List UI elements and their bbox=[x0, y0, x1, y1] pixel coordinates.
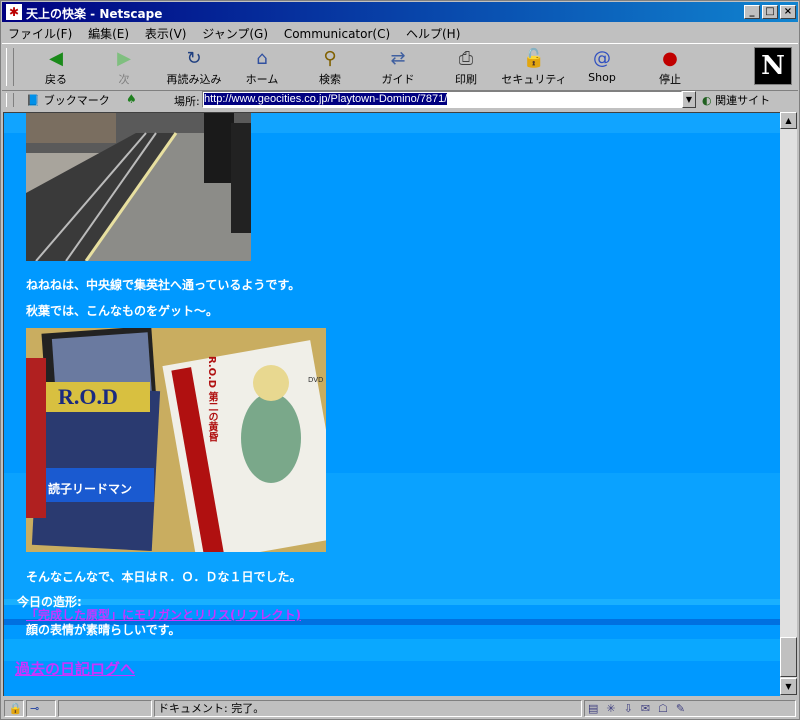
print-button[interactable]: ⎙ 印刷 bbox=[432, 48, 500, 88]
scroll-down-button[interactable]: ▼ bbox=[780, 678, 797, 695]
forward-arrow-icon: ▶ bbox=[117, 48, 131, 69]
purchase-photo-image bbox=[26, 328, 326, 552]
rod-band-text: 読子リードマン bbox=[48, 480, 133, 497]
home-button[interactable]: ⌂ ホーム bbox=[228, 48, 296, 88]
menu-edit[interactable]: 編集(E) bbox=[82, 23, 135, 44]
menu-file[interactable]: ファイル(F) bbox=[2, 23, 78, 44]
shop-icon: @ bbox=[593, 48, 611, 69]
home-icon: ⌂ bbox=[256, 48, 268, 69]
reload-icon: ↻ bbox=[186, 48, 202, 69]
reload-label: 再読み込み bbox=[166, 73, 222, 86]
back-label: 戻る bbox=[45, 73, 67, 86]
printer-icon: ⎙ bbox=[458, 48, 474, 69]
url-text: http://www.geocities.co.jp/Playtown-Domi… bbox=[204, 93, 448, 105]
status-text: ドキュメント: 完了。 bbox=[154, 700, 582, 717]
close-button[interactable]: × bbox=[780, 5, 796, 19]
location-label: 場所: bbox=[174, 95, 200, 108]
menu-view[interactable]: 表示(V) bbox=[139, 23, 193, 44]
menu-help[interactable]: ヘルプ(H) bbox=[400, 23, 466, 44]
location-toolbar: 📘 ブックマーク ♠ 場所: http://www.geocities.co.jp… bbox=[2, 90, 798, 110]
platform-photo-image bbox=[26, 113, 251, 261]
browser-window: ✱ 天上の快楽 - Netscape _ □ × ファイル(F) 編集(E) 表… bbox=[0, 0, 800, 720]
related-icon: ◐ bbox=[702, 94, 716, 107]
search-label: 検索 bbox=[319, 73, 341, 86]
guide-icon: ⇄ bbox=[390, 48, 406, 69]
bg-stripe bbox=[4, 599, 780, 605]
navigation-toolbar: ◀ 戻る ▶ 次 ↻ 再読み込み ⌂ ホーム ⚲ 検索 ⇄ ガイド ⎙ 印刷 🔓 bbox=[2, 43, 798, 91]
scroll-up-button[interactable]: ▲ bbox=[780, 112, 797, 129]
dvd-title-text: R.O.D 第二の黄昏 bbox=[206, 356, 217, 442]
guide-label: ガイド bbox=[381, 73, 415, 86]
url-field[interactable]: http://www.geocities.co.jp/Playtown-Domi… bbox=[202, 91, 682, 108]
security-label: セキュリティ bbox=[501, 73, 567, 86]
toolbar-grip[interactable] bbox=[6, 48, 14, 86]
diary-line-1: ねねねは、中央線で集英社へ通っているようです。 bbox=[26, 278, 301, 292]
reload-button[interactable]: ↻ 再読み込み bbox=[160, 48, 228, 88]
bookmarks-button[interactable]: 📘 ブックマーク bbox=[26, 92, 110, 108]
lock-icon: 🔓 bbox=[522, 48, 546, 69]
netscape-logo[interactable]: N bbox=[754, 47, 792, 85]
platform-photo bbox=[26, 113, 251, 261]
vertical-scrollbar[interactable]: ▲ ▼ bbox=[780, 112, 797, 695]
bookmarks-icon: 📘 bbox=[26, 94, 40, 107]
page-content: ねねねは、中央線で集英社へ通っているようです。 秋葉では、こんなものをゲット～。… bbox=[3, 112, 780, 696]
model-note: 顔の表情が素晴らしいです。 bbox=[26, 623, 181, 637]
url-dropdown-button[interactable]: ▼ bbox=[682, 91, 696, 108]
status-bar: 🔒 ⊸ ドキュメント: 完了。 ▤✳⇩✉☖✎ bbox=[2, 698, 798, 719]
page-proxy-icon[interactable]: ♠ bbox=[126, 92, 137, 106]
menu-communicator[interactable]: Communicator(C) bbox=[278, 25, 396, 43]
menu-bar: ファイル(F) 編集(E) 表示(V) ジャンプ(G) Communicator… bbox=[2, 23, 798, 41]
print-label: 印刷 bbox=[455, 73, 477, 86]
menu-go[interactable]: ジャンプ(G) bbox=[196, 23, 274, 44]
progress-cell bbox=[58, 700, 152, 717]
online-status-icon[interactable]: ⊸ bbox=[26, 700, 56, 717]
component-bar[interactable]: ▤✳⇩✉☖✎ bbox=[584, 700, 796, 717]
diary-line-3: そんなこんなで、本日はＲ．Ｏ．Ｄな１日でした。 bbox=[26, 570, 302, 584]
diary-archive-link[interactable]: 過去の日記ログへ bbox=[15, 658, 135, 679]
stop-label: 停止 bbox=[659, 73, 681, 86]
back-button[interactable]: ◀ 戻る bbox=[22, 48, 90, 88]
rod-cover-text: R.O.D bbox=[58, 384, 118, 409]
forward-button[interactable]: ▶ 次 bbox=[90, 48, 158, 88]
shop-label: Shop bbox=[588, 71, 616, 84]
stop-icon: ● bbox=[662, 48, 678, 69]
security-lock-icon[interactable]: 🔒 bbox=[4, 700, 24, 717]
maximize-button[interactable]: □ bbox=[762, 5, 778, 19]
related-label: 関連サイト bbox=[715, 94, 771, 107]
search-icon: ⚲ bbox=[323, 48, 337, 69]
search-button[interactable]: ⚲ 検索 bbox=[296, 48, 364, 88]
forward-label: 次 bbox=[118, 73, 130, 86]
back-arrow-icon: ◀ bbox=[49, 48, 63, 69]
related-sites-button[interactable]: ◐ 関連サイト bbox=[702, 92, 770, 108]
purchase-photo: R.O.D 読子リードマン DVD R.O.D 第二の黄昏 bbox=[26, 328, 326, 552]
window-title: 天上の快楽 - Netscape bbox=[26, 7, 163, 21]
bookmarks-label: ブックマーク bbox=[43, 94, 110, 107]
netscape-app-icon: ✱ bbox=[6, 4, 22, 20]
security-button[interactable]: 🔓 セキュリティ bbox=[500, 48, 568, 88]
shop-button[interactable]: @ Shop bbox=[568, 48, 636, 88]
title-bar: ✱ 天上の快楽 - Netscape _ □ × bbox=[2, 2, 798, 22]
location-grip[interactable] bbox=[6, 93, 14, 107]
home-label: ホーム bbox=[245, 73, 279, 86]
minimize-button[interactable]: _ bbox=[744, 5, 760, 19]
guide-button[interactable]: ⇄ ガイド bbox=[364, 48, 432, 88]
stop-button[interactable]: ● 停止 bbox=[636, 48, 704, 88]
diary-line-2: 秋葉では、こんなものをゲット～。 bbox=[26, 304, 219, 318]
dvd-spine-text: DVD bbox=[308, 376, 324, 384]
scroll-thumb[interactable] bbox=[780, 637, 797, 677]
